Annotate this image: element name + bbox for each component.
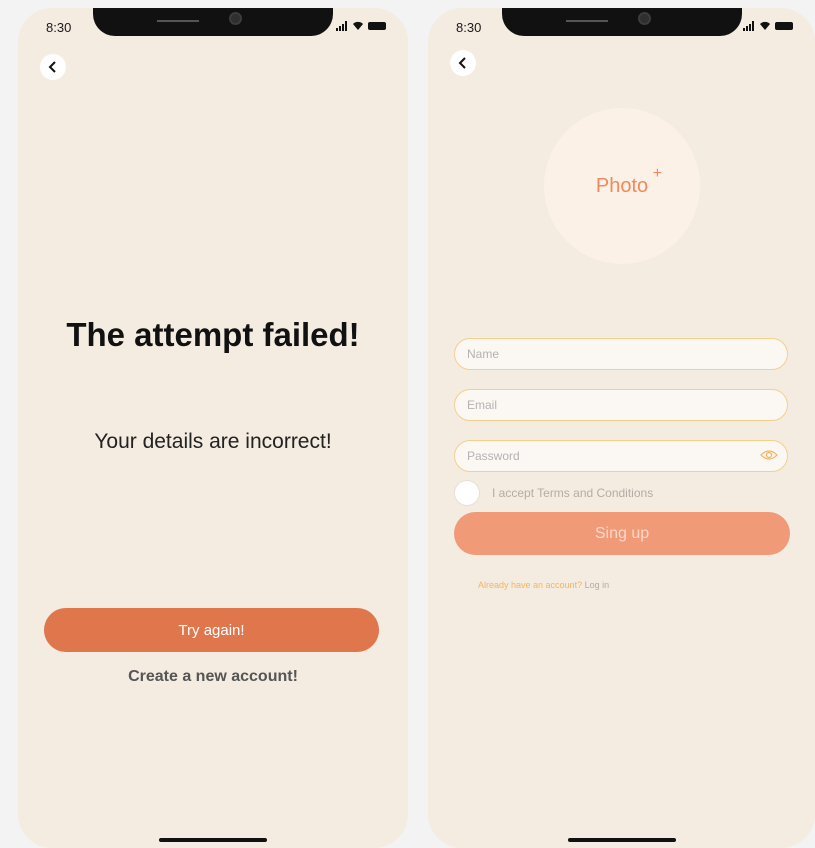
signal-icon xyxy=(336,21,348,31)
name-input[interactable] xyxy=(455,347,787,361)
create-account-link[interactable]: Create a new account! xyxy=(18,668,408,686)
photo-upload[interactable]: Photo + xyxy=(544,108,700,264)
front-camera xyxy=(231,14,240,23)
notch xyxy=(93,8,333,36)
back-button[interactable] xyxy=(450,50,476,76)
status-icons xyxy=(336,21,386,31)
back-button[interactable] xyxy=(40,54,66,80)
front-camera xyxy=(639,14,649,23)
already-account-text: Already have an account? xyxy=(478,580,583,590)
login-link[interactable]: Log in xyxy=(585,580,610,590)
signup-screen: 8:30 Photo + I accept Terms and Conditio… xyxy=(428,8,815,848)
battery-icon xyxy=(775,22,793,30)
signal-icon xyxy=(743,21,755,31)
wifi-icon xyxy=(353,21,363,30)
plus-icon: + xyxy=(652,164,663,182)
battery-icon xyxy=(368,22,386,30)
terms-label: I accept Terms and Conditions xyxy=(492,486,654,500)
home-indicator xyxy=(159,838,267,842)
try-again-button[interactable]: Try again! xyxy=(44,608,379,652)
speaker xyxy=(157,20,199,22)
eye-icon[interactable] xyxy=(760,449,778,461)
status-time: 8:30 xyxy=(456,20,482,35)
terms-checkbox[interactable] xyxy=(454,480,480,506)
failure-screen: 8:30 The attempt failed! Your details ar… xyxy=(18,8,408,848)
status-time: 8:30 xyxy=(46,20,72,35)
home-indicator xyxy=(567,838,676,842)
wifi-icon xyxy=(760,21,770,30)
login-prompt: Already have an account? Log in xyxy=(478,580,609,590)
terms-row: I accept Terms and Conditions xyxy=(454,480,653,506)
error-message: Your details are incorrect! xyxy=(94,430,332,453)
page-title: The attempt failed! xyxy=(66,316,360,353)
password-input[interactable] xyxy=(455,449,787,463)
password-field[interactable] xyxy=(454,440,788,472)
email-field[interactable] xyxy=(454,389,788,421)
signup-button[interactable]: Sing up xyxy=(454,512,790,555)
status-icons xyxy=(743,21,793,31)
photo-label-text: Photo xyxy=(595,174,649,197)
chevron-left-icon xyxy=(48,61,56,73)
chevron-left-icon xyxy=(458,57,466,69)
photo-label: Photo + xyxy=(595,165,662,198)
notch xyxy=(501,8,742,36)
name-field[interactable] xyxy=(454,338,788,370)
speaker xyxy=(565,20,608,22)
email-input[interactable] xyxy=(455,398,787,412)
